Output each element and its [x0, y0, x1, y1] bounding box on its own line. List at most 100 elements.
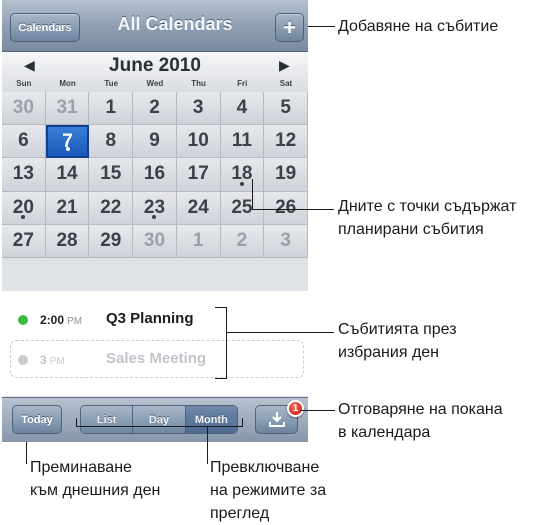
day-number: 30 — [143, 229, 166, 251]
day-number: 31 — [56, 97, 78, 119]
day-cell[interactable]: 17 — [176, 158, 221, 192]
calendar-color-dot-icon — [18, 355, 28, 365]
day-cell[interactable]: 30 — [133, 224, 177, 258]
day-number: 13 — [12, 163, 34, 185]
navigation-bar: Calendars All Calendars + — [2, 0, 308, 52]
callout-go-to-today: Преминаване към днешния ден — [30, 459, 161, 499]
day-cell[interactable]: 4 — [220, 92, 265, 126]
weekday-label: Fri — [237, 79, 248, 88]
day-number: 21 — [56, 196, 78, 218]
day-cell[interactable]: 3 — [176, 92, 221, 126]
day-number: 3 — [192, 97, 204, 119]
callout-line — [76, 426, 243, 427]
day-cell[interactable]: 24 — [176, 191, 221, 225]
callout-add-event: Добавяне на събитие — [338, 18, 499, 35]
day-cell[interactable]: 2 — [220, 224, 265, 258]
day-cell[interactable]: 7 — [45, 125, 90, 159]
day-cell[interactable]: 19 — [264, 158, 308, 192]
day-number: 30 — [12, 97, 34, 119]
day-cell[interactable]: 28 — [45, 224, 90, 258]
weekday-label: Tue — [104, 79, 119, 88]
day-cell[interactable]: 27 — [2, 224, 46, 258]
month-title: June 2010 — [109, 55, 201, 76]
day-cell[interactable]: 10 — [176, 125, 221, 159]
callout-line — [215, 307, 226, 308]
day-cell[interactable]: 14 — [45, 158, 90, 192]
day-number: 11 — [231, 130, 252, 152]
day-number: 5 — [280, 97, 291, 119]
event-list: 2:00 PM Q3 Planning 3 PM Sales Meeting — [2, 291, 308, 396]
day-cell[interactable]: 16 — [133, 158, 177, 192]
day-cell[interactable]: 29 — [89, 224, 134, 258]
day-cell[interactable]: 21 — [45, 191, 90, 225]
tab-day[interactable]: Day — [133, 406, 186, 433]
month-grid: 30 31 1 2 3 4 5 6 7 8 9 10 11 12 13 14 15 16 17 18 19 20 21 22 2… — [2, 92, 308, 291]
event-row-pending[interactable]: 3 PM Sales Meeting — [2, 340, 308, 380]
day-cell[interactable]: 20 — [2, 191, 46, 225]
day-cell[interactable]: 1 — [176, 224, 221, 258]
previous-month-icon[interactable]: ◀ — [24, 57, 35, 74]
callout-line — [300, 410, 335, 411]
day-cell[interactable]: 3 — [264, 224, 308, 258]
day-number: 8 — [105, 130, 117, 152]
calendars-button[interactable]: Calendars — [10, 13, 80, 42]
tab-month[interactable]: Month — [185, 406, 237, 433]
day-number: 28 — [56, 229, 78, 251]
tab-list[interactable]: List — [81, 406, 134, 433]
day-cell[interactable]: 22 — [89, 191, 134, 225]
page-title: All Calendars — [117, 14, 233, 34]
day-cell[interactable]: 9 — [133, 125, 177, 159]
day-number: 19 — [275, 163, 297, 185]
add-event-button[interactable]: + — [275, 13, 304, 42]
day-cell[interactable]: 11 — [220, 125, 265, 159]
callout-line — [26, 442, 27, 464]
callout-line — [226, 307, 227, 379]
callout-day-events: Събитията през избрания ден — [338, 321, 457, 361]
callout-line — [242, 418, 243, 427]
day-cell[interactable]: 1 — [89, 92, 134, 126]
plus-icon: + — [283, 14, 296, 40]
day-cell[interactable]: 2 — [133, 92, 177, 126]
weekday-label: Mon — [59, 79, 76, 88]
bottom-toolbar: Today List Day Month — [2, 397, 308, 442]
day-cell[interactable]: 13 — [2, 158, 46, 192]
callout-line — [76, 418, 77, 427]
day-cell[interactable]: 18 — [220, 158, 265, 192]
day-cell[interactable]: 5 — [264, 92, 308, 126]
day-cell[interactable]: 23 — [133, 191, 177, 225]
month-header: ◀ June 2010 ▶ Sun Mon Tue Wed Thu Fri Sa… — [2, 52, 308, 93]
day-cell[interactable]: 6 — [2, 125, 46, 159]
day-number: 25 — [231, 196, 253, 218]
weekday-label: Wed — [146, 79, 164, 88]
callout-line — [252, 179, 253, 209]
day-cell[interactable]: 12 — [264, 125, 308, 159]
next-month-icon[interactable]: ▶ — [279, 57, 290, 74]
event-dot-icon — [239, 181, 244, 186]
today-button[interactable]: Today — [12, 405, 62, 434]
day-cell[interactable]: 8 — [89, 125, 134, 159]
callout-line — [215, 378, 226, 379]
weekday-label: Sun — [16, 79, 32, 88]
day-number: 12 — [275, 130, 297, 152]
weekday-label: Sat — [279, 79, 293, 88]
day-number: 17 — [187, 163, 209, 185]
callout-respond-invitation: Отговаряне на покана в календара — [338, 401, 503, 441]
day-cell[interactable]: 30 — [2, 92, 46, 126]
day-cell[interactable]: 15 — [89, 158, 134, 192]
event-title: Q3 Planning — [106, 310, 194, 327]
day-number: 4 — [236, 97, 248, 119]
callout-dotted-days: Дните с точки съдържат планирани събития — [338, 198, 517, 238]
callout-line — [207, 426, 208, 464]
event-row[interactable]: 2:00 PM Q3 Planning — [2, 300, 308, 340]
event-time: 2:00 PM — [40, 313, 83, 327]
day-number: 14 — [56, 163, 78, 185]
day-number: 3 — [280, 229, 291, 251]
day-number: 24 — [187, 196, 209, 218]
day-number: 2 — [149, 97, 160, 119]
download-tray-icon — [268, 411, 285, 427]
event-dot-icon — [65, 147, 70, 152]
day-cell[interactable]: 31 — [45, 92, 90, 126]
callout-line — [252, 209, 334, 210]
day-number: 2 — [236, 229, 248, 251]
callout-line — [226, 332, 334, 333]
